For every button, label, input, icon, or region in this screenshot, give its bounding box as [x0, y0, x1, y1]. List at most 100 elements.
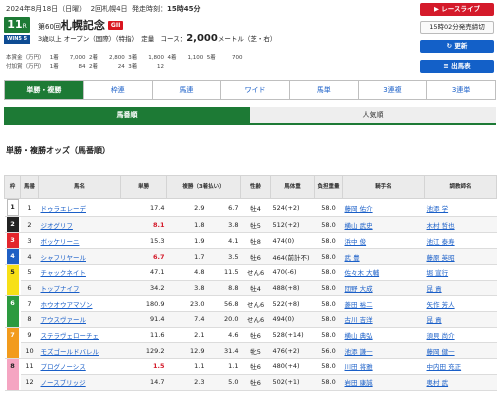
horse-name-link[interactable]: シャフリヤール — [38, 248, 121, 265]
col-header-win[interactable]: 単勝 — [120, 175, 167, 199]
horse-weight-cell: 476(+2) — [270, 342, 315, 360]
race-live-button[interactable]: ▶ レースライブ — [420, 3, 494, 16]
odds-table: 枠 馬番 馬名 単勝 複勝（3着払い） 性齢 馬体重 負担重量 騎手名 調教師名… — [4, 175, 498, 391]
entries-button[interactable]: ≡ 出馬表 — [420, 60, 494, 73]
col-header-horse-name[interactable]: 馬名 — [38, 175, 121, 199]
horse-name-link[interactable]: ボッケリーニ — [38, 232, 121, 249]
burden-cell: 58.0 — [314, 232, 343, 249]
waku-cell: 2 — [4, 216, 21, 233]
umaban-cell: 10 — [20, 342, 39, 360]
trainer-name-link[interactable]: 須貝 尚介 — [424, 327, 497, 344]
place-odds-high-cell: 8.8 — [206, 280, 241, 297]
tab-trio[interactable]: 3連複 — [357, 81, 427, 99]
sex-age-cell: 牡4 — [240, 280, 271, 297]
win-odds-cell: 1.5 — [120, 358, 167, 375]
race-number: 11 — [7, 18, 23, 31]
tab-wide[interactable]: ワイド — [220, 81, 289, 99]
jockey-name-link[interactable]: 横山 武史 — [342, 216, 425, 233]
trainer-name-link[interactable]: 池添 学 — [424, 198, 497, 217]
horse-name-link[interactable]: ステラヴェローチェ — [38, 327, 121, 344]
waku-badge: 1 — [6, 199, 19, 216]
jockey-name-link[interactable]: 菱田 裕二 — [342, 295, 425, 313]
race-title: 第60回札幌記念 GII — [38, 17, 124, 33]
race-name: 札幌記念 — [60, 19, 105, 32]
burden-cell: 58.0 — [314, 295, 343, 313]
tab-trifecta[interactable]: 3連単 — [426, 81, 495, 99]
umaban-cell: 4 — [20, 248, 39, 265]
prize-value: 1,800 — [148, 55, 164, 61]
horse-name-link[interactable]: ドゥラエレーデ — [38, 198, 121, 217]
trainer-name-link[interactable]: 昆 貢 — [424, 280, 497, 297]
horse-name-link[interactable]: チャックネイト — [38, 264, 121, 281]
sex-age-cell: せん6 — [240, 311, 271, 328]
horse-name-link[interactable]: モズゴールドバレル — [38, 342, 121, 360]
jockey-name-link[interactable]: 横山 典弘 — [342, 327, 425, 344]
table-row: 8 アウスヴァール 91.4 7.4 20.0 せん6 494(0) 58.0 古川 吉洋昆 貢 — [5, 311, 497, 328]
place-odds-high-cell: 31.4 — [206, 342, 241, 360]
win-odds-cell: 6.7 — [120, 248, 167, 265]
place-odds-low-cell: 2.1 — [166, 327, 207, 344]
waku-cell: 8 — [4, 358, 21, 391]
trainer-name-link[interactable]: 藤岡 健一 — [424, 342, 497, 360]
horse-name-link[interactable]: トップナイフ — [38, 280, 121, 297]
horse-name-link[interactable]: プログノーシス — [38, 358, 121, 375]
jockey-name-link[interactable]: 藤岡 佑介 — [342, 198, 425, 217]
prize-place: 3着 — [128, 55, 138, 61]
umaban-cell: 6 — [20, 280, 39, 297]
tab-sort-by-popularity[interactable]: 人気順 — [250, 107, 496, 123]
jockey-name-link[interactable]: 古川 吉洋 — [342, 311, 425, 328]
col-header-umaban[interactable]: 馬番 — [20, 175, 39, 199]
horse-name-link[interactable]: ホウオウアマゾン — [38, 295, 121, 313]
horse-name-link[interactable]: ノースブリッジ — [38, 374, 121, 391]
trainer-name-link[interactable]: 木村 哲也 — [424, 216, 497, 233]
update-button[interactable]: ↻ 更新 — [420, 40, 494, 53]
trainer-name-link[interactable]: 池江 泰寿 — [424, 232, 497, 249]
prize-value: 2,800 — [109, 55, 125, 61]
jockey-name-link[interactable]: 武 豊 — [342, 248, 425, 265]
jockey-name-link[interactable]: 岩田 康誠 — [342, 374, 425, 391]
prize-value: 1,100 — [187, 55, 204, 61]
burden-cell: 58.0 — [314, 216, 343, 233]
horse-weight-cell: 488(+8) — [270, 280, 315, 297]
race-number-badge: 11R — [4, 17, 30, 33]
distance-unit: メートル（芝・右） — [217, 35, 277, 43]
tab-win-place[interactable]: 単勝・複勝 — [5, 81, 83, 99]
trainer-name-link[interactable]: 中内田 充正 — [424, 358, 497, 375]
jockey-name-link[interactable]: 団野 大成 — [342, 280, 425, 297]
place-odds-high-cell: 20.0 — [206, 311, 241, 328]
trainer-name-link[interactable]: 堀 宣行 — [424, 264, 497, 281]
table-row: 4 4 シャフリヤール 6.7 1.7 3.5 牡6 464(前計不) 58.0 武 豊藤原 英昭 — [4, 248, 497, 265]
burden-cell: 58.0 — [314, 374, 343, 391]
horse-name-link[interactable]: アウスヴァール — [38, 311, 121, 328]
jockey-name-link[interactable]: 浜中 俊 — [342, 232, 425, 249]
jockey-name-link[interactable]: 池添 謙一 — [342, 342, 425, 360]
place-odds-low-cell: 1.7 — [166, 248, 207, 265]
place-odds-low-cell: 4.8 — [166, 264, 207, 281]
horse-name-link[interactable]: ジオグリフ — [38, 216, 121, 233]
tab-quinella[interactable]: 馬連 — [151, 81, 221, 99]
jockey-name-link[interactable]: 佐々木 大輔 — [342, 264, 425, 281]
place-odds-low-cell: 7.4 — [166, 311, 207, 328]
race-distance: 2,000 — [186, 33, 218, 44]
place-odds-low-cell: 2.9 — [166, 198, 207, 217]
col-header-waku[interactable]: 枠 — [4, 175, 21, 199]
tab-sort-by-number[interactable]: 馬番順 — [4, 107, 250, 123]
waku-badge: 2 — [6, 217, 19, 232]
jockey-name-link[interactable]: 川田 将雅 — [342, 358, 425, 375]
post-time-label: 発走時刻： — [132, 5, 168, 13]
trainer-name-link[interactable]: 昆 貢 — [424, 311, 497, 328]
prize-place: 3着 — [128, 64, 138, 70]
col-header-place[interactable]: 複勝（3着払い） — [165, 175, 242, 199]
table-row: 3 3 ボッケリーニ 15.3 1.9 4.1 牡8 474(0) 58.0 浜中 俊池江 泰寿 — [4, 232, 497, 249]
trainer-name-link[interactable]: 奥村 武 — [424, 374, 497, 391]
race-conditions: 3歳以上 オープン（国際）（特指） 定量 コース：2,000メートル（芝・右） — [38, 33, 276, 44]
tab-exacta[interactable]: 馬単 — [288, 81, 358, 99]
place-odds-low-cell: 12.9 — [166, 342, 207, 360]
trainer-name-link[interactable]: 矢作 芳人 — [424, 295, 497, 313]
trainer-name-link[interactable]: 藤原 英昭 — [424, 248, 497, 265]
tab-bracket-quinella[interactable]: 枠連 — [82, 81, 152, 99]
place-odds-high-cell: 5.0 — [206, 374, 241, 391]
place-odds-high-cell: 4.1 — [206, 232, 241, 249]
burden-cell: 58.0 — [314, 358, 343, 375]
horse-weight-cell: 474(0) — [270, 232, 315, 249]
